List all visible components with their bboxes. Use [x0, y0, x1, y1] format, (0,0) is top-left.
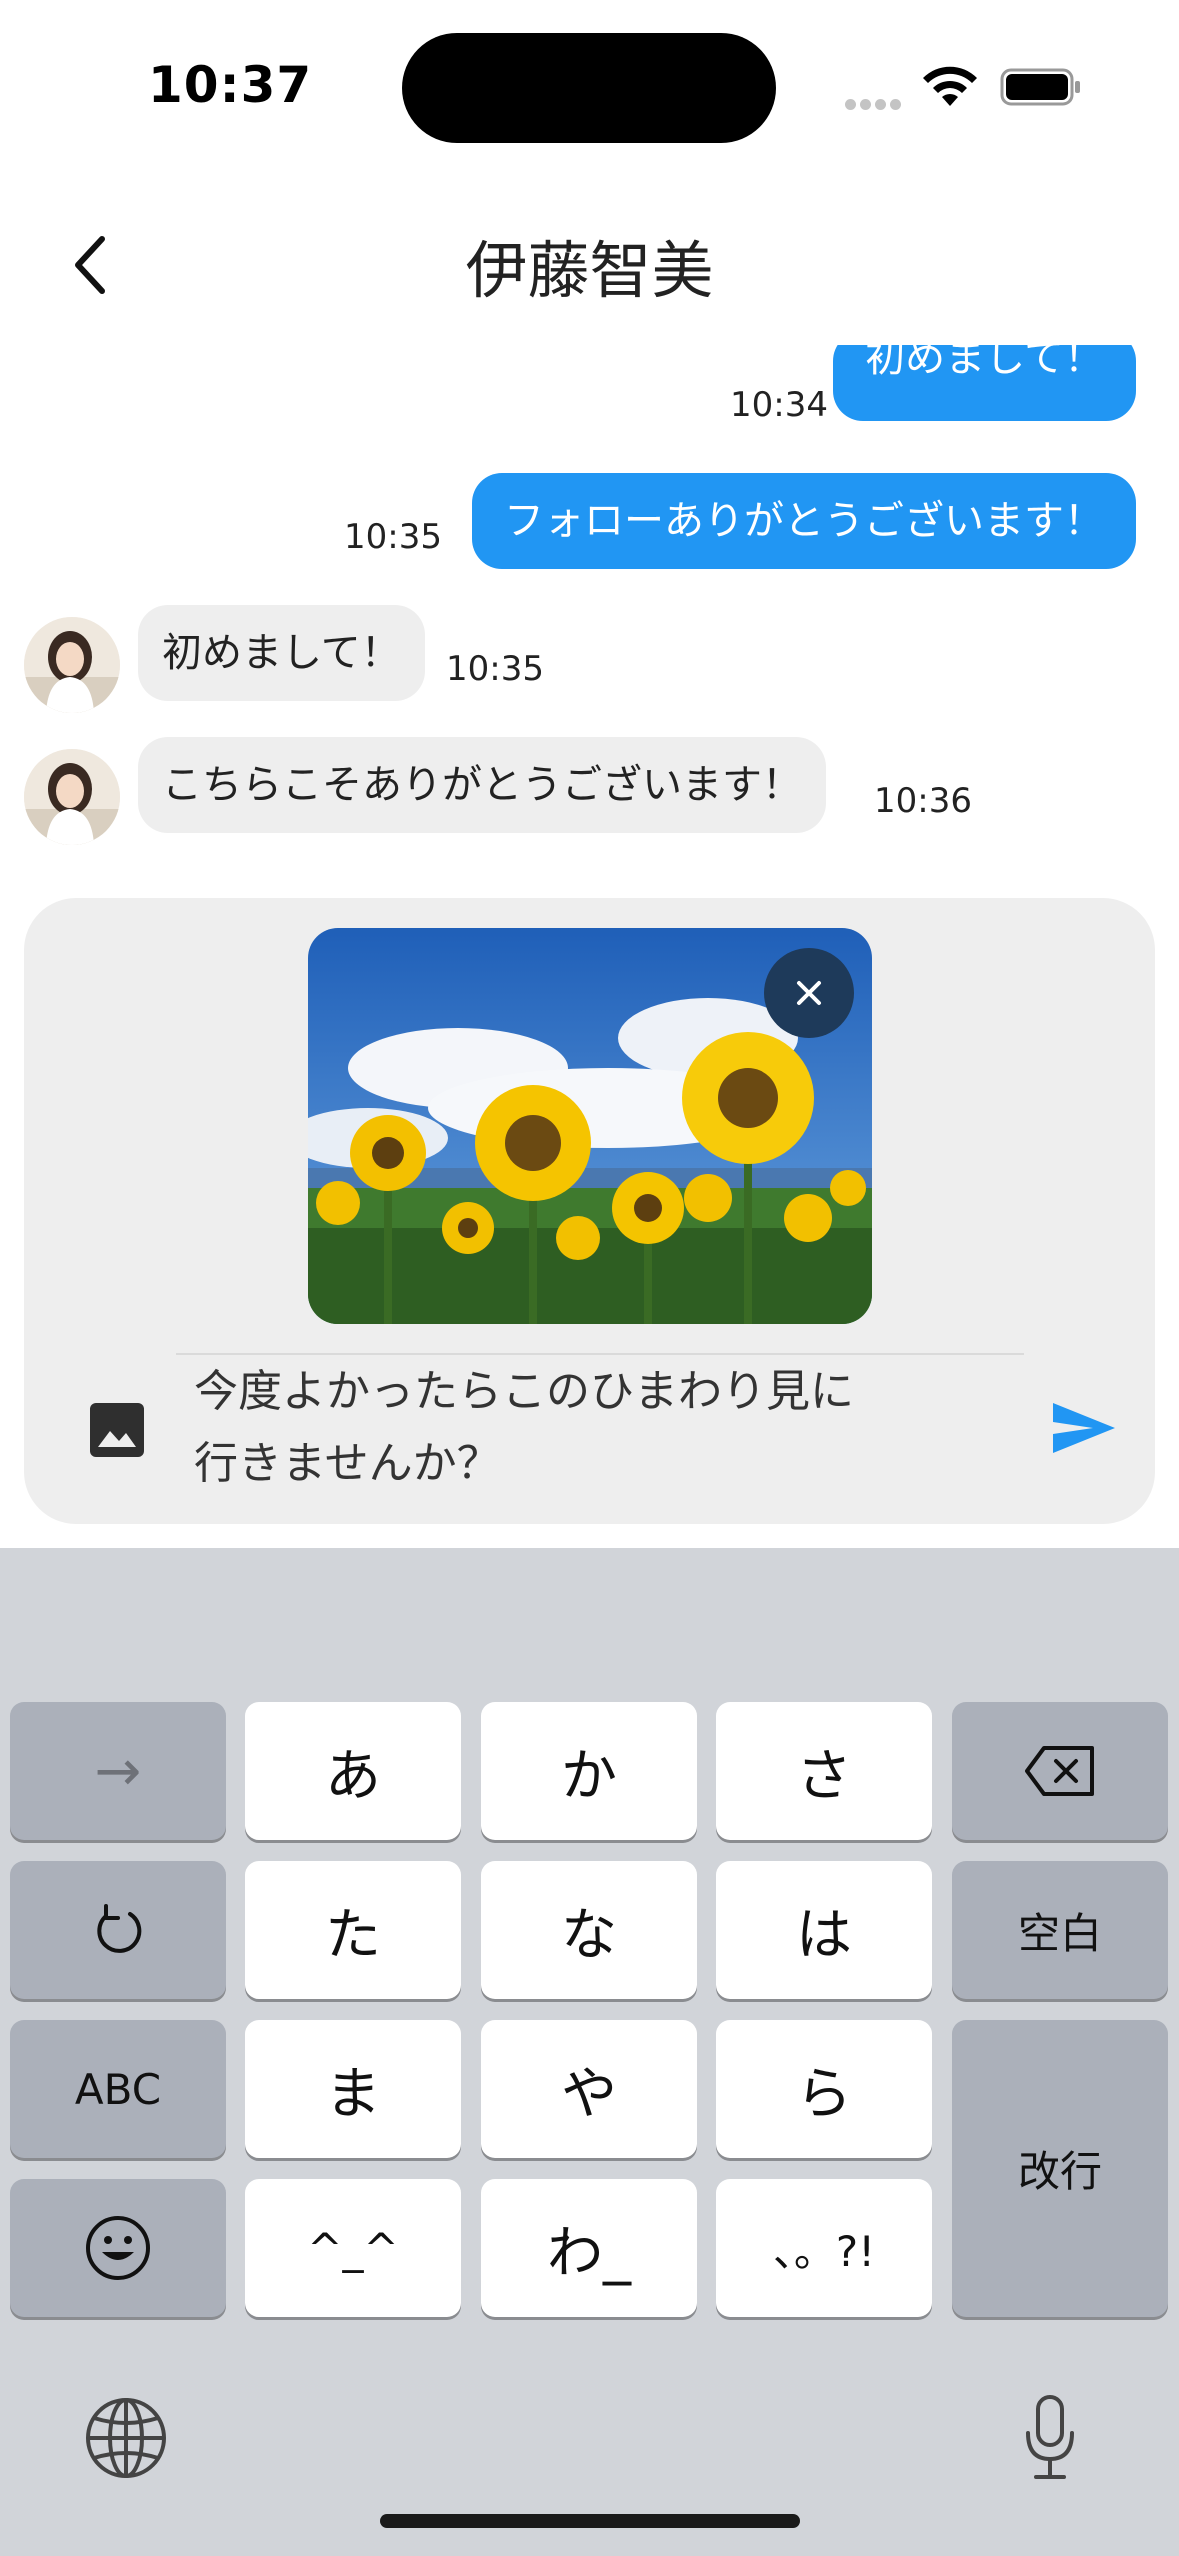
avatar[interactable]: [24, 617, 120, 713]
message-input[interactable]: 今度よかったらこのひまわり見に 行きませんか？: [194, 1356, 1024, 1500]
remove-image-button[interactable]: [764, 948, 854, 1038]
microphone-icon: [1026, 2395, 1074, 2479]
message-list[interactable]: 10:34 初めまして！ 10:35 フォローありがとうございます！ 初めまして…: [0, 345, 1179, 875]
key-ha[interactable]: は: [716, 1861, 932, 1999]
status-time: 10:37: [148, 56, 313, 114]
japanese-kana-keyboard: → あ か さ た な は 空白 ABC ま や ら 改行 ^_^ わ_ 、。?…: [0, 1548, 1179, 2556]
image-icon: [90, 1403, 144, 1457]
home-indicator[interactable]: [380, 2514, 800, 2528]
key-next-arrow[interactable]: →: [10, 1702, 226, 1840]
message-time: 10:36: [874, 781, 972, 821]
outgoing-message-bubble[interactable]: フォローありがとうございます！: [472, 473, 1136, 569]
avatar-photo: [24, 749, 120, 845]
cellular-signal-icon: [845, 95, 905, 114]
dictation-button[interactable]: [1000, 2383, 1100, 2493]
navigation-bar: 伊藤智美: [0, 200, 1179, 330]
key-ma[interactable]: ま: [245, 2020, 461, 2158]
message-time: 10:34: [730, 385, 828, 425]
key-wa[interactable]: わ_: [481, 2179, 697, 2317]
key-kaomoji[interactable]: ^_^: [245, 2179, 461, 2317]
delete-icon: [1025, 1746, 1094, 1796]
key-ka[interactable]: か: [481, 1702, 697, 1840]
key-na[interactable]: な: [481, 1861, 697, 1999]
incoming-message-bubble[interactable]: こちらこそありがとうございます！: [138, 737, 826, 833]
key-ta[interactable]: た: [245, 1861, 461, 1999]
message-composer: 今度よかったらこのひまわり見に 行きませんか？: [24, 898, 1155, 1524]
globe-icon: [86, 2398, 166, 2478]
key-ya[interactable]: や: [481, 2020, 697, 2158]
avatar[interactable]: [24, 749, 120, 845]
keyboard-switch-button[interactable]: [76, 2388, 176, 2488]
status-bar: 10:37: [0, 0, 1179, 180]
close-icon: [797, 981, 821, 1005]
gallery-button[interactable]: [72, 1385, 162, 1475]
outgoing-message-bubble[interactable]: 初めまして！: [833, 345, 1136, 421]
key-delete[interactable]: [952, 1702, 1168, 1840]
undo-icon: [97, 1904, 142, 1953]
key-emoji[interactable]: [10, 2179, 226, 2317]
key-undo[interactable]: [10, 1861, 226, 1999]
send-icon: [1053, 1403, 1115, 1453]
message-time: 10:35: [446, 649, 544, 689]
key-space[interactable]: 空白: [952, 1861, 1168, 1999]
key-abc[interactable]: ABC: [10, 2020, 226, 2158]
incoming-message-bubble[interactable]: 初めまして！: [138, 605, 425, 701]
key-punctuation[interactable]: 、。?!: [716, 2179, 932, 2317]
wifi-icon: [923, 66, 977, 106]
chat-partner-name: 伊藤智美: [465, 234, 714, 307]
key-ra[interactable]: ら: [716, 2020, 932, 2158]
avatar-photo: [24, 617, 120, 713]
battery-icon: [1000, 68, 1080, 106]
key-return[interactable]: 改行: [952, 2020, 1168, 2317]
key-a[interactable]: あ: [245, 1702, 461, 1840]
emoji-icon: [86, 2216, 150, 2280]
input-divider: [176, 1353, 1024, 1355]
message-time: 10:35: [344, 517, 442, 557]
key-sa[interactable]: さ: [716, 1702, 932, 1840]
dynamic-island: [402, 33, 776, 143]
send-button[interactable]: [1034, 1383, 1134, 1473]
